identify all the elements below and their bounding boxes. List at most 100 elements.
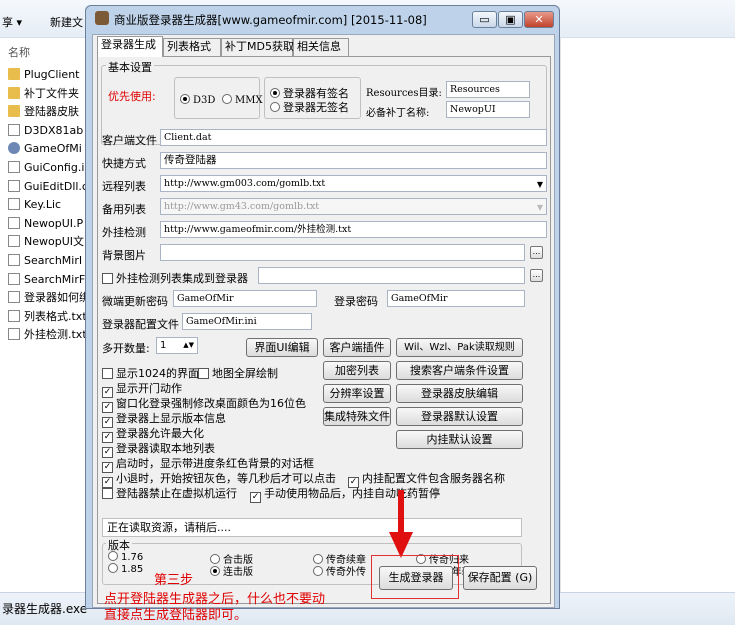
checkbox-box xyxy=(198,368,209,379)
version-radio-label: 传奇外传 xyxy=(326,567,366,578)
read-rules-button[interactable]: Wil、Wzl、Pak读取规则 xyxy=(396,338,523,357)
login-defaults-button[interactable]: 登录器默认设置 xyxy=(396,407,523,426)
checkbox-label: 登录器读取本地列表 xyxy=(116,442,215,455)
file-name: 补丁文件夹 xyxy=(24,86,79,100)
search-client-button[interactable]: 搜索客户端条件设置 xyxy=(396,361,523,380)
background-image-input[interactable] xyxy=(160,244,525,261)
file-list-item[interactable]: SearchMirF xyxy=(0,271,90,290)
share-menu[interactable]: 享 ▾ xyxy=(2,14,22,30)
annotation-step: 第三步 xyxy=(154,573,194,588)
file-list-item[interactable]: PlugClient xyxy=(0,66,90,85)
file-list-item[interactable]: 外挂检测.txt xyxy=(0,326,90,345)
file-list-item[interactable]: GuiEditDll.c xyxy=(0,178,90,197)
backup-list-label: 备用列表 xyxy=(102,203,146,216)
explorer-detail-pane xyxy=(560,38,735,613)
radio-dot xyxy=(108,563,118,573)
file-list-item[interactable]: SearchMirI xyxy=(0,252,90,271)
file-name: 列表格式.txt xyxy=(24,309,87,323)
resolution-button[interactable]: 分辨率设置 xyxy=(323,384,391,403)
shortcut-label: 快捷方式 xyxy=(102,157,146,170)
app-icon xyxy=(95,11,109,25)
save-config-button[interactable]: 保存配置 (G) xyxy=(463,566,537,590)
close-button[interactable]: ✕ xyxy=(524,11,554,28)
resources-input[interactable]: Resources xyxy=(446,81,530,98)
multi-open-stepper[interactable]: 1 ▲▼ xyxy=(156,337,198,354)
tab-patch-md5[interactable]: 补丁MD5获取 xyxy=(221,38,294,56)
stepper-icon[interactable]: ▲▼ xyxy=(183,338,194,353)
radio-dot xyxy=(108,551,118,561)
folder-icon xyxy=(8,86,20,99)
annotation-line2: 直接点生成登陆器即可。 xyxy=(104,608,248,623)
radio-d3d-label: D3D xyxy=(193,95,216,106)
dropdown-arrow-icon[interactable]: ▼ xyxy=(537,177,543,191)
browse-background-button[interactable]: ... xyxy=(530,246,543,259)
checkbox-box xyxy=(102,368,113,379)
file-list-item[interactable]: 登陆器皮肤 xyxy=(0,103,90,122)
plugin-check-input[interactable]: http://www.gameofmir.com/外挂检测.txt xyxy=(160,221,547,238)
login-password-input[interactable]: GameOfMir xyxy=(387,290,525,307)
tab-generator[interactable]: 登录器生成 xyxy=(97,36,163,57)
version-radio-3[interactable]: 连击版 xyxy=(210,563,253,578)
file-name: 外挂检测.txt xyxy=(24,328,87,342)
file-list-item[interactable]: NewopUI.P xyxy=(0,215,90,234)
file-icon xyxy=(8,272,20,285)
version-radio-0[interactable]: 1.76 xyxy=(108,551,143,563)
option-check-10[interactable]: 登陆器禁止在虚拟机运行 xyxy=(102,485,237,501)
file-list-item[interactable]: 补丁文件夹 xyxy=(0,85,90,104)
config-file-input[interactable]: GameOfMir.ini xyxy=(182,313,312,330)
version-radio-1[interactable]: 1.85 xyxy=(108,563,143,575)
encrypt-list-button[interactable]: 加密列表 xyxy=(323,361,391,380)
dropdown-arrow-icon[interactable]: ▼ xyxy=(537,200,543,214)
file-list-item[interactable]: GameOfMi xyxy=(0,140,90,159)
file-list-item[interactable]: GuiConfig.i xyxy=(0,159,90,178)
file-name: NewopUI文 xyxy=(24,235,85,249)
file-icon xyxy=(8,198,20,211)
backup-list-select[interactable]: http://www.gm43.com/gomlb.txt ▼ xyxy=(160,198,547,215)
file-list-item[interactable]: 登录器如何绑 xyxy=(0,289,90,308)
micro-update-password-input[interactable]: GameOfMir xyxy=(173,290,317,307)
option-check-0[interactable]: 显示1024的界面 xyxy=(102,365,199,381)
option-check-1[interactable]: 地图全屏绘制 xyxy=(198,365,278,381)
version-radio-label: 1.85 xyxy=(121,564,144,575)
checkbox-label: 登陆器禁止在虚拟机运行 xyxy=(116,487,237,500)
integrate-plugin-checkbox xyxy=(102,273,113,284)
integrate-plugin-check[interactable]: 外挂检测列表集成到登录器 xyxy=(102,270,248,286)
new-folder-menu[interactable]: 新建文 xyxy=(50,14,83,30)
version-radio-5[interactable]: 传奇外传 xyxy=(313,563,366,578)
tab-about[interactable]: 相关信息 xyxy=(293,38,349,56)
file-icon xyxy=(8,123,20,136)
integrate-special-button[interactable]: 集成特殊文件 xyxy=(323,407,391,426)
client-plugin-button[interactable]: 客户端插件 xyxy=(323,338,391,357)
maximize-button[interactable]: ▣ xyxy=(498,11,523,28)
title-bar[interactable]: 商业版登录器生成器[www.gameofmir.com] [2015-11-08… xyxy=(92,9,554,31)
client-file-input[interactable]: Client.dat xyxy=(160,129,547,146)
integrate-plugin-input[interactable] xyxy=(258,267,525,284)
browse-plugin-button[interactable]: ... xyxy=(530,269,543,282)
generator-window: 商业版登录器生成器[www.gameofmir.com] [2015-11-08… xyxy=(85,5,560,623)
checkbox-box: ✓ xyxy=(250,492,261,503)
explorer-file-list: PlugClient 补丁文件夹登陆器皮肤 D3DX81ab GameOfMi GuiC… xyxy=(0,66,90,345)
radio-mmx[interactable]: MMX xyxy=(222,94,263,106)
file-list-item[interactable]: NewopUI文 xyxy=(0,233,90,252)
patch-name-input[interactable]: NewopUI xyxy=(446,101,530,118)
remote-list-select[interactable]: http://www.gm003.com/gomlb.txt ▼ xyxy=(160,175,547,192)
file-list-item[interactable]: D3DX81ab xyxy=(0,122,90,141)
ui-edit-button[interactable]: 界面UI编辑 xyxy=(246,338,318,357)
radio-d3d[interactable]: D3D xyxy=(180,94,215,106)
minimize-button[interactable]: ▭ xyxy=(472,11,497,28)
generate-button[interactable]: 生成登录器 xyxy=(379,566,453,590)
radio-dot xyxy=(210,566,220,576)
plugin-defaults-button[interactable]: 内挂默认设置 xyxy=(396,430,523,449)
background-image-label: 背景图片 xyxy=(102,249,146,262)
skin-edit-button[interactable]: 登录器皮肤编辑 xyxy=(396,384,523,403)
file-name: SearchMirI xyxy=(24,253,83,267)
checkbox-label: 登录器上显示版本信息 xyxy=(116,412,226,425)
file-list-item[interactable]: Key.Lic xyxy=(0,196,90,215)
shortcut-input[interactable]: 传奇登陆器 xyxy=(160,152,547,169)
file-list-item[interactable]: 列表格式.txt xyxy=(0,308,90,327)
radio-unsigned-dot xyxy=(270,102,280,112)
radio-unsigned[interactable]: 登录器无签名 xyxy=(270,99,349,115)
column-header-name[interactable]: 名称 xyxy=(8,44,30,60)
file-name: 登录器如何绑 xyxy=(24,291,90,305)
tab-list-format[interactable]: 列表格式 xyxy=(163,38,221,56)
